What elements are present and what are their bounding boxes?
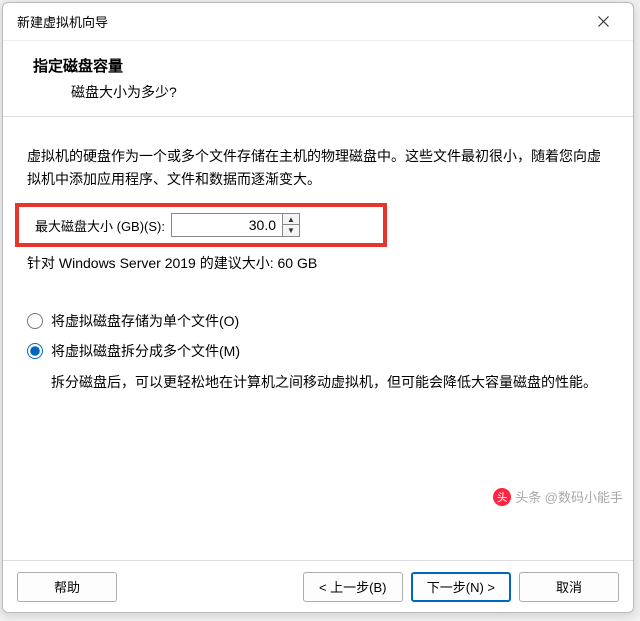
cancel-button[interactable]: 取消 (519, 572, 619, 602)
window-title: 新建虚拟机向导 (17, 12, 108, 31)
close-button[interactable] (585, 9, 621, 35)
titlebar: 新建虚拟机向导 (3, 3, 633, 41)
disk-size-label: 最大磁盘大小 (GB)(S): (35, 216, 165, 235)
radio-single-input[interactable] (27, 313, 43, 329)
split-description: 拆分磁盘后，可以更轻松地在计算机之间移动虚拟机，但可能会降低大容量磁盘的性能。 (51, 371, 609, 394)
watermark: 头 头条 @数码小能手 (493, 487, 623, 506)
radio-split-file[interactable]: 将虚拟磁盘拆分成多个文件(M) (27, 341, 609, 361)
back-button[interactable]: < 上一步(B) (303, 572, 403, 602)
close-icon (598, 16, 609, 27)
spinner-down[interactable]: ▼ (283, 225, 299, 236)
radio-split-input[interactable] (27, 343, 43, 359)
help-button[interactable]: 帮助 (17, 572, 117, 602)
radio-split-label: 将虚拟磁盘拆分成多个文件(M) (51, 341, 240, 361)
spinner-up[interactable]: ▲ (283, 214, 299, 225)
radio-single-file[interactable]: 将虚拟磁盘存储为单个文件(O) (27, 311, 609, 331)
description-text: 虚拟机的硬盘作为一个或多个文件存储在主机的物理磁盘中。这些文件最初很小，随着您向… (27, 145, 609, 191)
wizard-dialog: 新建虚拟机向导 指定磁盘容量 磁盘大小为多少? 虚拟机的硬盘作为一个或多个文件存… (2, 2, 634, 613)
disk-size-input[interactable] (172, 214, 282, 236)
spinner-buttons: ▲ ▼ (282, 214, 299, 236)
wizard-content: 虚拟机的硬盘作为一个或多个文件存储在主机的物理磁盘中。这些文件最初很小，随着您向… (3, 117, 633, 560)
header-subtitle: 磁盘大小为多少? (71, 82, 603, 102)
disk-size-spinner: ▲ ▼ (171, 213, 300, 237)
next-button[interactable]: 下一步(N) > (411, 572, 511, 602)
header-title: 指定磁盘容量 (33, 55, 603, 76)
wizard-header: 指定磁盘容量 磁盘大小为多少? (3, 41, 633, 117)
watermark-logo-icon: 头 (493, 488, 511, 506)
watermark-text: 头条 @数码小能手 (515, 487, 623, 506)
wizard-footer: 帮助 < 上一步(B) 下一步(N) > 取消 (3, 560, 633, 612)
recommendation-text: 针对 Windows Server 2019 的建议大小: 60 GB (27, 253, 609, 273)
disk-size-row: 最大磁盘大小 (GB)(S): ▲ ▼ (27, 205, 609, 245)
radio-single-label: 将虚拟磁盘存储为单个文件(O) (51, 311, 239, 331)
